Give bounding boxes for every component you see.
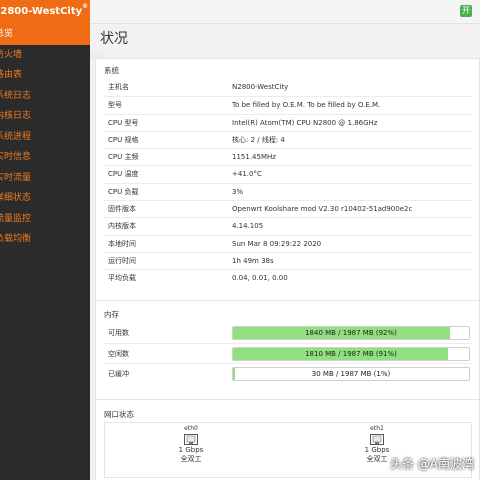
system-info-value: 4.14.105	[232, 222, 264, 231]
page-title: 状况	[100, 31, 128, 47]
brand-logo[interactable]: N2800-WestCity®	[0, 0, 90, 24]
system-info-key: 本地时间	[108, 239, 136, 248]
system-info-value: +41.0°C	[232, 170, 262, 179]
system-info-row: 内核版本 4.14.105	[104, 217, 472, 234]
memory-table: 可用数 1840 MB / 1987 MB (92%) 空闲数 1810 MB / 1…	[104, 323, 472, 383]
system-card-title: 系统	[104, 66, 119, 75]
memory-progress-text: 1810 MB / 1987 MB (91%)	[305, 350, 397, 358]
memory-key: 空闲数	[108, 350, 129, 358]
ethernet-port-icon	[184, 434, 198, 445]
system-info-row: CPU 主频 1151.45MHz	[104, 148, 472, 165]
sidebar-item[interactable]: 负载均衡	[0, 229, 90, 250]
brand-registered-mark: ®	[82, 3, 89, 10]
sidebar-item[interactable]: 实时流量	[0, 168, 90, 189]
system-info-key: 内核版本	[108, 222, 136, 231]
memory-progress-text: 1840 MB / 1987 MB (92%)	[305, 329, 397, 337]
port-name: eth1	[370, 425, 384, 432]
system-info-value: 1151.45MHz	[232, 153, 276, 162]
memory-key: 可用数	[108, 329, 129, 337]
system-info-value: Openwrt Koolshare mod V2.30 r10402-51ad9…	[232, 205, 413, 214]
memory-progress-bar: 1810 MB / 1987 MB (91%)	[232, 347, 470, 361]
watermark: 头条 @A南波湾	[389, 457, 474, 471]
system-info-row: 型号 To be filled by O.E.M. To be filled by…	[104, 96, 472, 113]
memory-progress-bar: 30 MB / 1987 MB (1%)	[232, 367, 470, 381]
system-info-value: 3%	[232, 187, 244, 196]
memory-key: 已缓冲	[108, 370, 129, 378]
sidebar-item[interactable]: 系统进程	[0, 127, 90, 148]
sidebar-item[interactable]: 实时信息	[0, 147, 90, 168]
port-speed: 1 Gbps	[178, 446, 204, 454]
status-indicator-button[interactable]: 开	[460, 5, 472, 17]
sidebar-item[interactable]: 系统日志	[0, 86, 90, 107]
system-info-value: Intel(R) Atom(TM) CPU N2800 @ 1.86GHz	[232, 118, 378, 127]
port-duplex: 全双工	[180, 455, 202, 463]
memory-row: 可用数 1840 MB / 1987 MB (92%)	[104, 323, 472, 343]
system-info-value: 0.04, 0.01, 0.00	[232, 274, 288, 283]
system-info-value: Sun Mar 8 09:29:22 2020	[232, 239, 322, 248]
port-name: eth0	[184, 425, 198, 432]
system-info-row: CPU 型号 Intel(R) Atom(TM) CPU N2800 @ 1.86…	[104, 113, 472, 131]
network-card-title: 网口状态	[104, 410, 134, 419]
system-info-value: 1h 49m 38s	[232, 256, 274, 265]
system-info-row: 运行时间 1h 49m 38s	[104, 251, 472, 269]
system-info-value: To be filled by O.E.M. To be filled by O…	[232, 101, 381, 110]
system-info-key: CPU 负载	[108, 187, 139, 196]
sidebar-item[interactable]: 路由表	[0, 65, 90, 86]
memory-card: 内存 可用数 1840 MB / 1987 MB (92%) 空闲数 1810 MB …	[95, 300, 480, 410]
system-info-key: 主机名	[108, 83, 129, 91]
memory-row: 空闲数 1810 MB / 1987 MB (91%)	[104, 343, 472, 363]
memory-progress-bar: 1840 MB / 1987 MB (92%)	[232, 326, 470, 340]
system-info-row: CPU 温度 +41.0°C	[104, 165, 472, 182]
system-info-key: 运行时间	[108, 256, 136, 265]
system-card: 系统 主机名 N2800-WestCity 型号 To be filled by O.…	[95, 58, 480, 318]
system-info-key: CPU 主频	[108, 153, 139, 162]
sidebar-item[interactable]: 详细状态	[0, 188, 90, 209]
system-table: 主机名 N2800-WestCity 型号 To be filled by O.E.M…	[104, 79, 472, 287]
network-port[interactable]: eth0 1 Gbps 全双工	[161, 425, 221, 464]
system-info-row: 主机名 N2800-WestCity	[104, 79, 472, 96]
memory-card-title: 内存	[104, 310, 119, 319]
sidebar-item[interactable]: 内核日志	[0, 106, 90, 127]
system-info-row: CPU 规格 核心: 2 / 线程: 4	[104, 130, 472, 148]
main-content: 状况 系统 主机名 N2800-WestCity 型号 To be filled by…	[90, 24, 480, 480]
system-info-key: CPU 型号	[108, 118, 139, 127]
sidebar-item[interactable]: 总览	[0, 24, 90, 45]
memory-row: 已缓冲 30 MB / 1987 MB (1%)	[104, 363, 472, 383]
sidebar: 状况总览防火墙路由表系统日志内核日志系统进程实时信息实时流量详细状态流量监控负载…	[0, 24, 105, 480]
ethernet-port-icon	[370, 434, 384, 445]
sidebar-item[interactable]: 防火墙	[0, 45, 90, 66]
sidebar-item[interactable]: 流量监控	[0, 209, 90, 230]
system-info-value: 核心: 2 / 线程: 4	[232, 135, 285, 144]
system-info-key: CPU 规格	[108, 135, 139, 144]
system-info-key: 型号	[108, 101, 122, 110]
system-info-row: 本地时间 Sun Mar 8 09:29:22 2020	[104, 234, 472, 252]
top-header: N2800-WestCity® 开	[0, 0, 480, 24]
brand-name: N2800-WestCity	[0, 6, 83, 17]
port-speed: 1 Gbps	[364, 446, 390, 454]
system-info-value: N2800-WestCity	[232, 83, 289, 91]
system-info-key: CPU 温度	[108, 170, 139, 179]
memory-progress-text: 30 MB / 1987 MB (1%)	[311, 370, 391, 378]
system-info-row: 平均负载 0.04, 0.01, 0.00	[104, 269, 472, 286]
system-info-key: 固件版本	[108, 205, 136, 214]
system-info-row: CPU 负载 3%	[104, 182, 472, 200]
system-info-key: 平均负载	[108, 274, 136, 283]
system-info-row: 固件版本 Openwrt Koolshare mod V2.30 r10402-5…	[104, 200, 472, 217]
